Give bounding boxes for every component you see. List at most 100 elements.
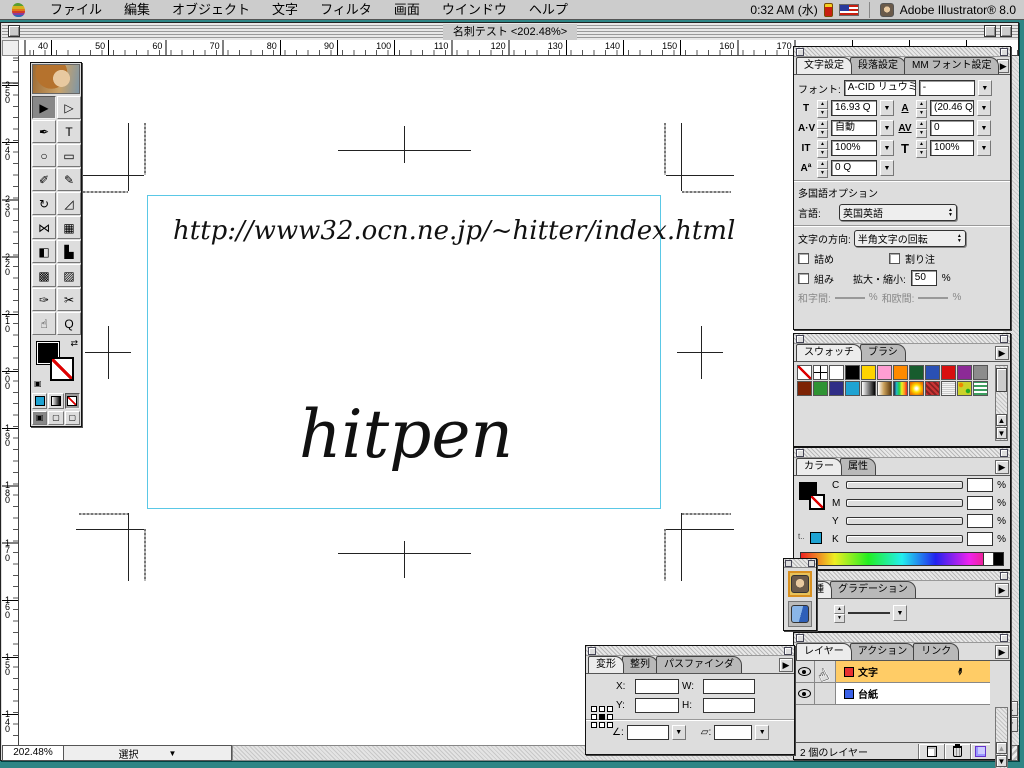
swatch-texture-pattern[interactable]: [941, 381, 956, 396]
shear-dropdown-icon[interactable]: ▼: [755, 725, 769, 740]
waou-field[interactable]: [918, 297, 948, 299]
swatch-rainbow-gradient[interactable]: [893, 381, 908, 396]
zoom-box-icon[interactable]: [984, 25, 996, 37]
switcher-zoom-icon[interactable]: [808, 560, 815, 567]
application-menu-icon[interactable]: [880, 3, 894, 17]
layers-scrollbar[interactable]: ▲ ▼: [995, 707, 1008, 768]
slider-c[interactable]: [846, 481, 963, 489]
waji-field[interactable]: [835, 297, 865, 299]
rotate-angle-field[interactable]: [627, 725, 669, 740]
palette-menu-arrow-icon[interactable]: ▶: [995, 583, 1009, 597]
swatch-brick-pattern[interactable]: [925, 381, 940, 396]
switcher-title-bar[interactable]: [784, 559, 816, 568]
swatch-forest-green[interactable]: [909, 365, 924, 380]
switcher-close-icon[interactable]: [785, 560, 792, 567]
swatch-tab-0[interactable]: スウォッチ: [796, 344, 862, 361]
stroke-swatch[interactable]: [809, 494, 825, 510]
scale-tool[interactable]: ◿: [57, 192, 81, 215]
font-size-field[interactable]: 16.93 Q: [831, 100, 877, 116]
swatch-confetti-pattern[interactable]: [957, 381, 972, 396]
palette-zoom-icon[interactable]: [1000, 572, 1008, 580]
swatch-gray-gradient[interactable]: [861, 381, 876, 396]
collapse-box-icon[interactable]: [1000, 25, 1012, 37]
new-layer-button[interactable]: [918, 744, 944, 759]
palette-zoom-icon[interactable]: [1000, 48, 1008, 56]
fill-stroke-proxy[interactable]: ⇄ ▣: [32, 338, 80, 390]
kerning-stepper[interactable]: ▲▼: [817, 120, 828, 136]
kerning-dropdown-icon[interactable]: ▼: [880, 120, 894, 136]
transform-tab-0[interactable]: 変形: [588, 656, 624, 673]
edit-column[interactable]: [815, 683, 836, 704]
palette-title-bar[interactable]: [794, 47, 1010, 57]
scroll-up-icon[interactable]: ▲: [996, 414, 1007, 426]
swatch-purple[interactable]: [957, 365, 972, 380]
swatch-yellow[interactable]: [861, 365, 876, 380]
horizontal-scale-dropdown-icon[interactable]: ▼: [977, 140, 991, 156]
free-transform-tool[interactable]: ▦: [57, 216, 81, 239]
baseline-shift-dropdown-icon[interactable]: ▼: [880, 160, 894, 176]
stroke-weight-dropdown-icon[interactable]: ▼: [893, 605, 907, 621]
palette-close-icon[interactable]: [796, 335, 804, 343]
swatch-radial-gradient[interactable]: [909, 381, 924, 396]
palette-title-bar[interactable]: [794, 334, 1010, 344]
palette-title-bar[interactable]: [794, 448, 1010, 458]
palette-menu-arrow-icon[interactable]: ▶: [779, 658, 793, 672]
scroll-down-icon[interactable]: ▼: [996, 427, 1007, 439]
swatch-brown[interactable]: [797, 381, 812, 396]
baseline-shift-stepper[interactable]: ▲▼: [817, 160, 828, 176]
palette-zoom-icon[interactable]: [1000, 634, 1008, 642]
leading-dropdown-icon[interactable]: ▼: [977, 100, 991, 116]
h-field[interactable]: [703, 698, 755, 713]
stroke-weight-field[interactable]: [848, 612, 890, 614]
layers-tab-0[interactable]: レイヤー: [796, 643, 852, 660]
font-size-stepper[interactable]: ▲▼: [817, 100, 828, 116]
char-tab-0[interactable]: 文字設定: [796, 57, 852, 74]
ellipse-tool[interactable]: ○: [32, 144, 56, 167]
vertical-scale-stepper[interactable]: ▲▼: [817, 140, 828, 156]
font-size-dropdown-icon[interactable]: ▼: [880, 100, 894, 116]
y-field[interactable]: [635, 698, 679, 713]
language-popup[interactable]: 英国英語 ▲▼: [839, 204, 957, 221]
fill-stroke-proxy[interactable]: [799, 482, 833, 522]
color-mode-button[interactable]: [32, 393, 47, 409]
gradient-mode-button[interactable]: [48, 393, 63, 409]
illustrator-app-button[interactable]: [788, 571, 812, 597]
palette-menu-arrow-icon[interactable]: ▶: [997, 59, 1009, 73]
swatches-scrollbar[interactable]: ▲ ▼: [995, 365, 1008, 441]
scroll-down-icon[interactable]: ▼: [996, 755, 1007, 767]
menu-item-filter[interactable]: フィルタ: [309, 0, 383, 19]
tsume-checkbox[interactable]: [798, 253, 809, 264]
palette-options-button[interactable]: [970, 744, 990, 759]
vertical-scale-field[interactable]: 100%: [831, 140, 877, 156]
swatch-white[interactable]: [829, 365, 844, 380]
swatch-gray[interactable]: [973, 365, 988, 380]
window-title-bar[interactable]: 名刺テスト <202.48%>: [2, 23, 1018, 40]
layers-tab-2[interactable]: リンク: [913, 643, 959, 660]
swatch-cyan[interactable]: [845, 381, 860, 396]
finder-app-button[interactable]: [788, 601, 812, 627]
palette-close-icon[interactable]: [796, 634, 804, 642]
menu-item-edit[interactable]: 編集: [113, 0, 161, 19]
direct-selection-tool[interactable]: ▷: [57, 96, 81, 119]
stroke-weight-stepper[interactable]: ▲▼: [834, 605, 845, 621]
application-name[interactable]: Adobe Illustrator® 8.0: [900, 3, 1016, 17]
last-color-swatch[interactable]: [810, 532, 822, 544]
tracking-stepper[interactable]: ▲▼: [916, 120, 927, 136]
standard-screen-button[interactable]: ▣: [32, 411, 47, 425]
close-box-icon[interactable]: [8, 25, 20, 37]
kerning-field[interactable]: 自動: [831, 120, 877, 136]
char-tab-1[interactable]: 段落設定: [850, 57, 906, 74]
rotate-dropdown-icon[interactable]: ▼: [672, 725, 686, 740]
full-screen-menu-button[interactable]: ▢: [48, 411, 63, 425]
swatch-registration[interactable]: [813, 365, 828, 380]
palette-title-bar[interactable]: [794, 633, 1010, 643]
url-text-object[interactable]: http://www32.ocn.ne.jp/~hitter/index.htm…: [173, 216, 735, 246]
palette-menu-arrow-icon[interactable]: ▶: [995, 645, 1009, 659]
black-chip[interactable]: [993, 553, 1003, 565]
leading-stepper[interactable]: ▲▼: [916, 100, 927, 116]
eyedropper-tool[interactable]: ✑: [32, 288, 56, 311]
menu-item-file[interactable]: ファイル: [39, 0, 113, 19]
palette-title-bar[interactable]: [794, 571, 1010, 581]
zoom-tool[interactable]: Q: [57, 312, 81, 335]
palette-close-icon[interactable]: [796, 48, 804, 56]
